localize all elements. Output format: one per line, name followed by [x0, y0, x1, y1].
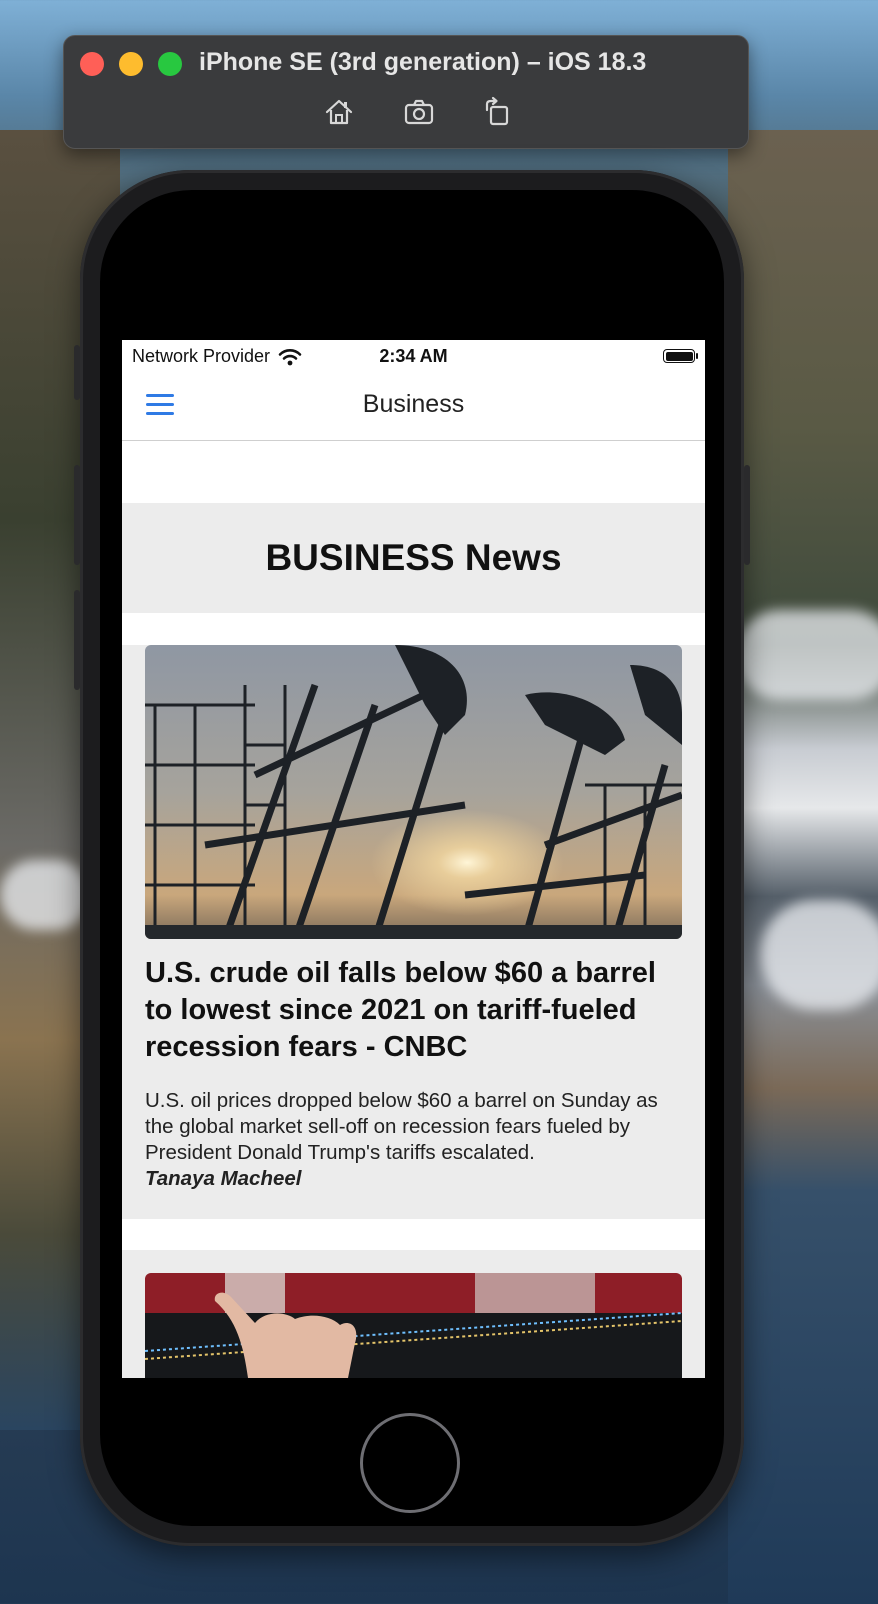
hand-holding-sign-photo [145, 1273, 682, 1378]
article-image [145, 645, 682, 939]
rotate-button[interactable] [477, 94, 517, 130]
section-title: BUSINESS News [265, 537, 562, 578]
rotate-icon [485, 96, 509, 126]
device-home-button[interactable] [360, 1413, 460, 1513]
wallpaper-cloud [735, 610, 878, 700]
wallpaper-right [728, 130, 878, 1604]
volume-down-button [74, 590, 80, 690]
oil-pumpjacks-photo [145, 645, 682, 939]
home-button[interactable] [319, 94, 359, 130]
nav-title: Business [362, 390, 465, 418]
section-header: BUSINESS News [122, 503, 705, 613]
minimize-window-button[interactable] [119, 52, 143, 76]
navigation-bar: Business [122, 372, 705, 441]
article-summary: U.S. oil prices dropped below $60 a barr… [145, 1089, 658, 1164]
article-image [145, 1273, 682, 1378]
mute-switch [74, 345, 80, 400]
article-description: U.S. oil prices dropped below $60 a barr… [145, 1088, 682, 1192]
wallpaper-cloud [760, 900, 878, 1010]
screenshot-camera-icon [404, 99, 434, 125]
article-card[interactable]: U.S. crude oil falls below $60 a barrel … [122, 645, 705, 1219]
simulator-title: iPhone SE (3rd generation) – iOS 18.3 [199, 48, 647, 76]
article-card[interactable] [122, 1250, 705, 1378]
screenshot-button[interactable] [399, 94, 439, 130]
app-screen: Network Provider 2:34 AM Business BUSINE… [122, 340, 705, 1378]
article-author: Tanaya Macheel [145, 1167, 302, 1190]
zoom-window-button[interactable] [158, 52, 182, 76]
volume-up-button [74, 465, 80, 565]
power-button [744, 465, 750, 565]
article-headline[interactable]: U.S. crude oil falls below $60 a barrel … [145, 955, 682, 1066]
status-time: 2:34 AM [379, 346, 448, 366]
battery-icon [663, 349, 698, 363]
status-bar: Network Provider 2:34 AM [122, 340, 705, 372]
simulator-toolbar: iPhone SE (3rd generation) – iOS 18.3 [63, 35, 749, 149]
home-icon [325, 99, 353, 125]
wallpaper-cloud [0, 860, 90, 930]
close-window-button[interactable] [80, 52, 104, 76]
